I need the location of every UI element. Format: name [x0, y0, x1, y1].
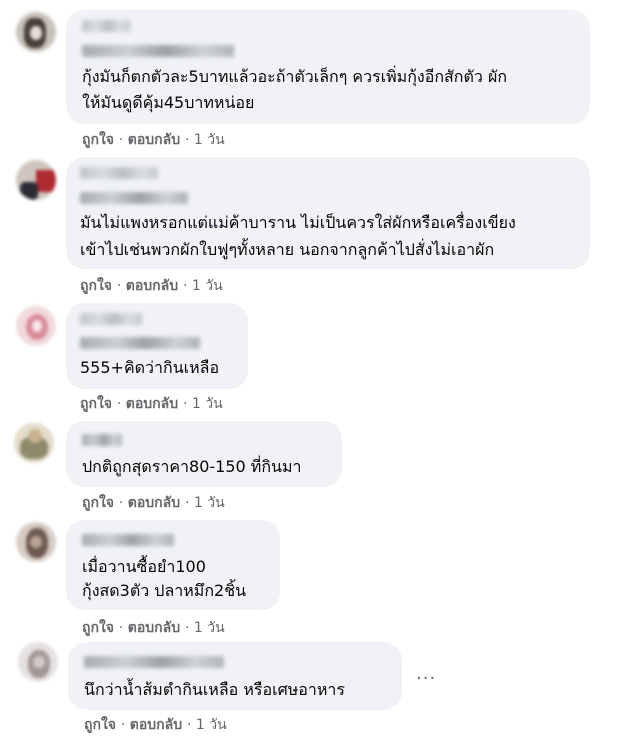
like-link[interactable]: ถูกใจ [80, 278, 112, 294]
reply-link[interactable]: ตอบกลับ [128, 495, 180, 511]
commenter-name-redacted[interactable] [80, 192, 188, 204]
like-link[interactable]: ถูกใจ [84, 717, 116, 733]
commenter-name-redacted[interactable] [80, 167, 158, 179]
commenter-name-redacted[interactable] [82, 45, 234, 57]
timestamp[interactable]: 1 วัน [194, 495, 225, 511]
commenter-name-redacted[interactable] [84, 656, 224, 668]
comment-actions: ถูกใจ · ตอบกลับ · 1 วัน [80, 275, 223, 297]
comment-text-line: ให้มันดูดีคุ้ม45บาทหน่อย [82, 93, 255, 112]
separator: · [185, 620, 194, 636]
separator: · [116, 278, 126, 294]
timestamp[interactable]: 1 วัน [192, 278, 223, 294]
avatar[interactable] [18, 642, 58, 682]
separator: · [187, 717, 196, 733]
commenter-name-redacted[interactable] [82, 20, 130, 32]
separator: · [118, 495, 128, 511]
separator: · [185, 495, 194, 511]
reply-link[interactable]: ตอบกลับ [128, 620, 180, 636]
separator: · [183, 396, 192, 412]
separator: · [118, 132, 128, 148]
timestamp[interactable]: 1 วัน [196, 717, 227, 733]
comment-actions: ถูกใจ · ตอบกลับ · 1 วัน [84, 714, 227, 736]
comment-text-line: นึกว่าน้ำส้มตำกินเหลือ หรือเศษอาหาร [84, 680, 345, 699]
comment-actions: ถูกใจ · ตอบกลับ · 1 วัน [82, 617, 225, 639]
comment-actions: ถูกใจ · ตอบกลับ · 1 วัน [82, 492, 225, 514]
timestamp[interactable]: 1 วัน [194, 620, 225, 636]
reply-link[interactable]: ตอบกลับ [126, 278, 178, 294]
comment-text-line: กุ้งมันก็ตกตัวละ5บาทแล้วอะถ้าตัวเล็กๆ คว… [82, 67, 507, 86]
separator: · [183, 278, 192, 294]
like-link[interactable]: ถูกใจ [80, 396, 112, 412]
comment-text-line: มันไม่แพงหรอกแต่แม่ค้าบาราน ไม่เป็นควรใส… [80, 213, 516, 232]
avatar[interactable] [16, 306, 56, 346]
comment-text-line: เข้าไปเช่นพวกผักใบฟูๆทั้งหลาย นอกจากลูกค… [80, 240, 495, 259]
timestamp[interactable]: 1 วัน [192, 396, 223, 412]
commenter-name-redacted[interactable] [80, 313, 142, 325]
reply-link[interactable]: ตอบกลับ [130, 717, 182, 733]
reply-link[interactable]: ตอบกลับ [126, 396, 178, 412]
reply-link[interactable]: ตอบกลับ [128, 132, 180, 148]
avatar[interactable] [14, 423, 54, 463]
more-options-icon[interactable]: ··· [416, 668, 436, 689]
comment-text-line: กุ้งสด3ตัว ปลาหมึก2ชิ้น [82, 581, 246, 600]
comment-actions: ถูกใจ · ตอบกลับ · 1 วัน [80, 393, 223, 415]
comment-text-line: 555+คิดว่ากินเหลือ [80, 358, 220, 377]
comment-text-line: เมื่อวานซื้อยำ100 [82, 557, 206, 576]
separator: · [118, 620, 128, 636]
separator: · [120, 717, 130, 733]
like-link[interactable]: ถูกใจ [82, 495, 114, 511]
like-link[interactable]: ถูกใจ [82, 132, 114, 148]
commenter-name-redacted[interactable] [82, 534, 174, 546]
avatar[interactable] [16, 160, 56, 200]
separator: · [116, 396, 126, 412]
timestamp[interactable]: 1 วัน [194, 132, 225, 148]
commenter-name-redacted[interactable] [82, 434, 122, 446]
avatar[interactable] [16, 522, 56, 562]
separator: · [185, 132, 194, 148]
comment-text-line: ปกติถูกสุดราคา80-150 ที่กินมา [82, 457, 302, 476]
like-link[interactable]: ถูกใจ [82, 620, 114, 636]
avatar[interactable] [16, 12, 56, 52]
commenter-name-redacted[interactable] [80, 337, 200, 349]
comment-actions: ถูกใจ · ตอบกลับ · 1 วัน [82, 129, 225, 151]
